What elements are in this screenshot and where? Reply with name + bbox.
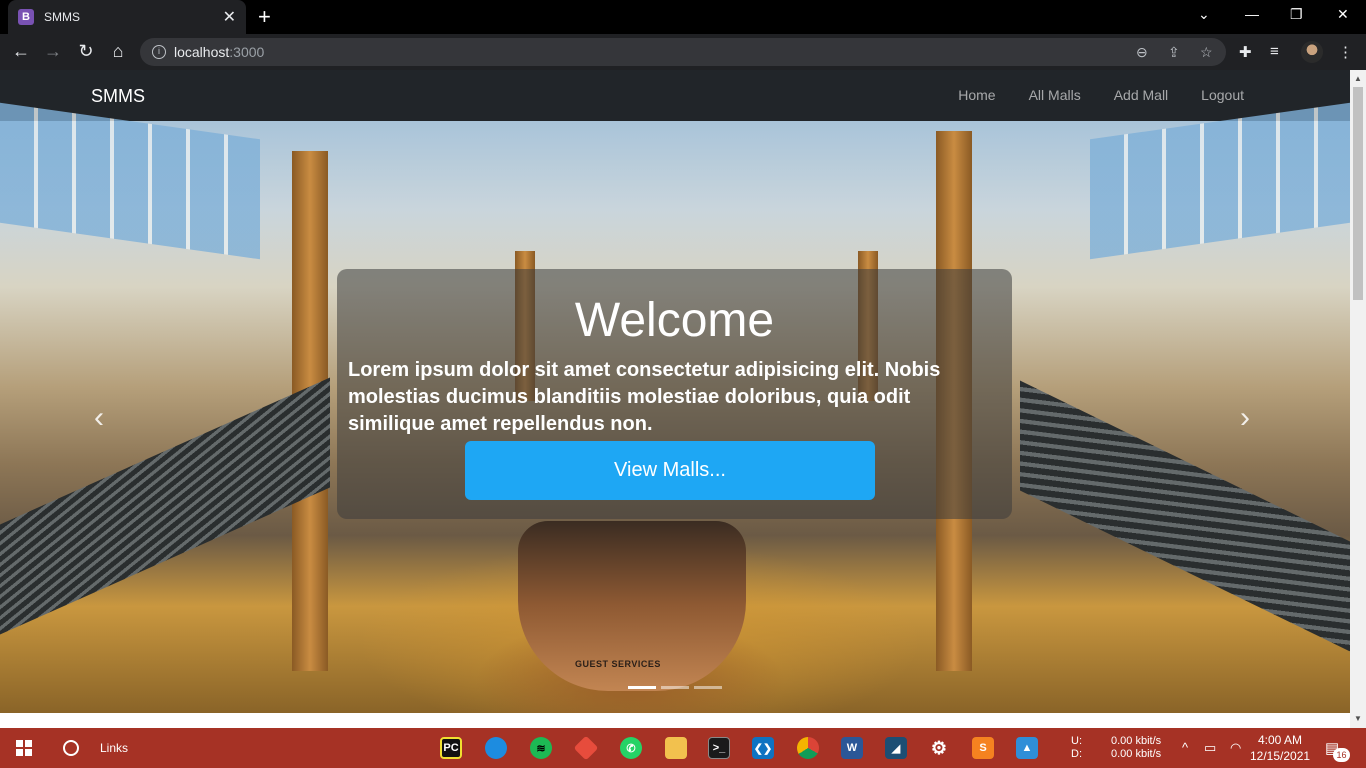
nav-link-home[interactable]: Home	[958, 87, 995, 103]
forward-icon[interactable]: →	[42, 41, 64, 62]
carousel-next-icon[interactable]: ›	[1240, 401, 1250, 435]
site-navbar: SMMS Home All Malls Add Mall Logout	[0, 70, 1350, 121]
back-icon[interactable]: ←	[10, 41, 32, 62]
git-icon[interactable]	[573, 735, 599, 761]
vscode-icon[interactable]: ❮❯	[752, 737, 774, 759]
battery-icon[interactable]: ▭	[1204, 740, 1216, 756]
chrome-icon[interactable]	[797, 737, 819, 759]
spotify-icon[interactable]: ≋	[530, 737, 552, 759]
chrome-menu-icon[interactable]: ⋮	[1338, 43, 1353, 61]
view-malls-button[interactable]: View Malls...	[465, 441, 875, 500]
profile-avatar[interactable]	[1301, 41, 1323, 63]
extensions-icon[interactable]: ✚	[1239, 43, 1252, 61]
net-upload-label: U:	[1071, 735, 1082, 747]
notification-badge: 16	[1333, 748, 1350, 762]
restore-button[interactable]: ❐	[1290, 6, 1303, 23]
word-icon[interactable]: W	[841, 737, 863, 759]
navbar-links: Home All Malls Add Mall Logout	[958, 87, 1244, 103]
carousel-prev-icon[interactable]: ‹	[94, 401, 104, 435]
tab-close-icon[interactable]: ✕	[223, 7, 236, 27]
sublime-text-icon[interactable]: S	[972, 737, 994, 759]
navbar-brand[interactable]: SMMS	[91, 86, 145, 107]
carousel-caption: Welcome Lorem ipsum dolor sit amet conse…	[337, 269, 1012, 519]
carousel-indicator-3[interactable]	[694, 686, 722, 689]
carousel-indicator-2[interactable]	[661, 686, 689, 689]
url-text: localhost:3000	[174, 44, 264, 60]
cortana-search-icon[interactable]	[63, 740, 79, 756]
tab-search-icon[interactable]: ⌄	[1198, 6, 1210, 23]
reading-list-icon[interactable]: ≡	[1270, 43, 1279, 60]
share-icon[interactable]: ⇪	[1168, 44, 1180, 61]
net-labels: U: D:	[1071, 735, 1082, 761]
bookmark-star-icon[interactable]: ☆	[1200, 44, 1213, 61]
bootstrap-favicon-icon: B	[18, 9, 34, 25]
scroll-up-icon[interactable]: ▲	[1354, 74, 1362, 83]
settings-gear-icon[interactable]: ⚙	[928, 737, 950, 759]
url-port: :3000	[229, 44, 265, 60]
browser-toolbar: ← → ↻ ⌂ i localhost:3000 ⊖ ⇪ ☆ ✚ ≡ ⋮	[0, 34, 1366, 70]
net-upload-speed: 0.00 kbit/s	[1111, 735, 1162, 747]
net-download-speed: 0.00 kbit/s	[1111, 748, 1162, 760]
carousel-indicators	[628, 686, 722, 689]
reload-icon[interactable]: ↻	[75, 41, 97, 62]
page-scrollbar[interactable]: ▲ ▼	[1350, 70, 1366, 728]
nav-link-all-malls[interactable]: All Malls	[1029, 87, 1081, 103]
windows-taskbar: Links PC ≋ ✆ >_ ❮❯ W ◢ ⚙ S ▲ U: D: 0.00 k…	[0, 728, 1366, 768]
minimize-button[interactable]: —	[1245, 6, 1259, 22]
hero-carousel: GUEST SERVICES ‹ › Welcome Lorem ipsum d…	[0, 102, 1350, 713]
browser-tab[interactable]: B SMMS ✕	[8, 0, 246, 34]
nav-link-logout[interactable]: Logout	[1201, 87, 1244, 103]
whatsapp-icon[interactable]: ✆	[620, 737, 642, 759]
scroll-down-icon[interactable]: ▼	[1354, 714, 1362, 723]
net-speed: 0.00 kbit/s 0.00 kbit/s	[1111, 735, 1161, 761]
net-download-label: D:	[1071, 748, 1082, 760]
pycharm-icon[interactable]: PC	[440, 737, 462, 759]
photos-icon[interactable]: ▲	[1016, 737, 1038, 759]
tray-chevron-icon[interactable]: ^	[1182, 740, 1188, 755]
clock-time: 4:00 AM	[1257, 733, 1303, 747]
url-host: localhost	[174, 44, 230, 60]
edge-icon[interactable]	[485, 737, 507, 759]
mysql-workbench-icon[interactable]: ◢	[885, 737, 907, 759]
window-close-button[interactable]: ✕	[1337, 6, 1349, 23]
scroll-thumb[interactable]	[1353, 87, 1363, 300]
tab-title: SMMS	[44, 10, 80, 24]
web-page: SMMS Home All Malls Add Mall Logout GUES…	[0, 70, 1350, 728]
site-info-icon[interactable]: i	[152, 45, 166, 59]
terminal-icon[interactable]: >_	[708, 737, 730, 759]
address-bar[interactable]: i localhost:3000 ⊖ ⇪ ☆	[140, 38, 1226, 66]
windows-start-icon[interactable]	[16, 740, 32, 756]
taskbar-links-label[interactable]: Links	[100, 741, 128, 755]
carousel-indicator-1[interactable]	[628, 686, 656, 689]
zoom-icon[interactable]: ⊖	[1136, 44, 1148, 61]
hero-title: Welcome	[574, 294, 775, 347]
clock-date: 12/15/2021	[1250, 749, 1311, 763]
browser-titlebar: B SMMS ✕ + ⌄ — ❐ ✕	[0, 0, 1366, 34]
nav-link-add-mall[interactable]: Add Mall	[1114, 87, 1168, 103]
hero-description: Lorem ipsum dolor sit amet consectetur a…	[348, 359, 941, 435]
taskbar-clock[interactable]: 4:00 AM 12/15/2021	[1250, 732, 1310, 764]
new-tab-button[interactable]: +	[258, 4, 271, 30]
kiosk-sign: GUEST SERVICES	[575, 659, 661, 669]
file-explorer-icon[interactable]	[665, 737, 687, 759]
wifi-icon[interactable]: ◠	[1230, 740, 1241, 756]
home-icon[interactable]: ⌂	[107, 41, 129, 62]
